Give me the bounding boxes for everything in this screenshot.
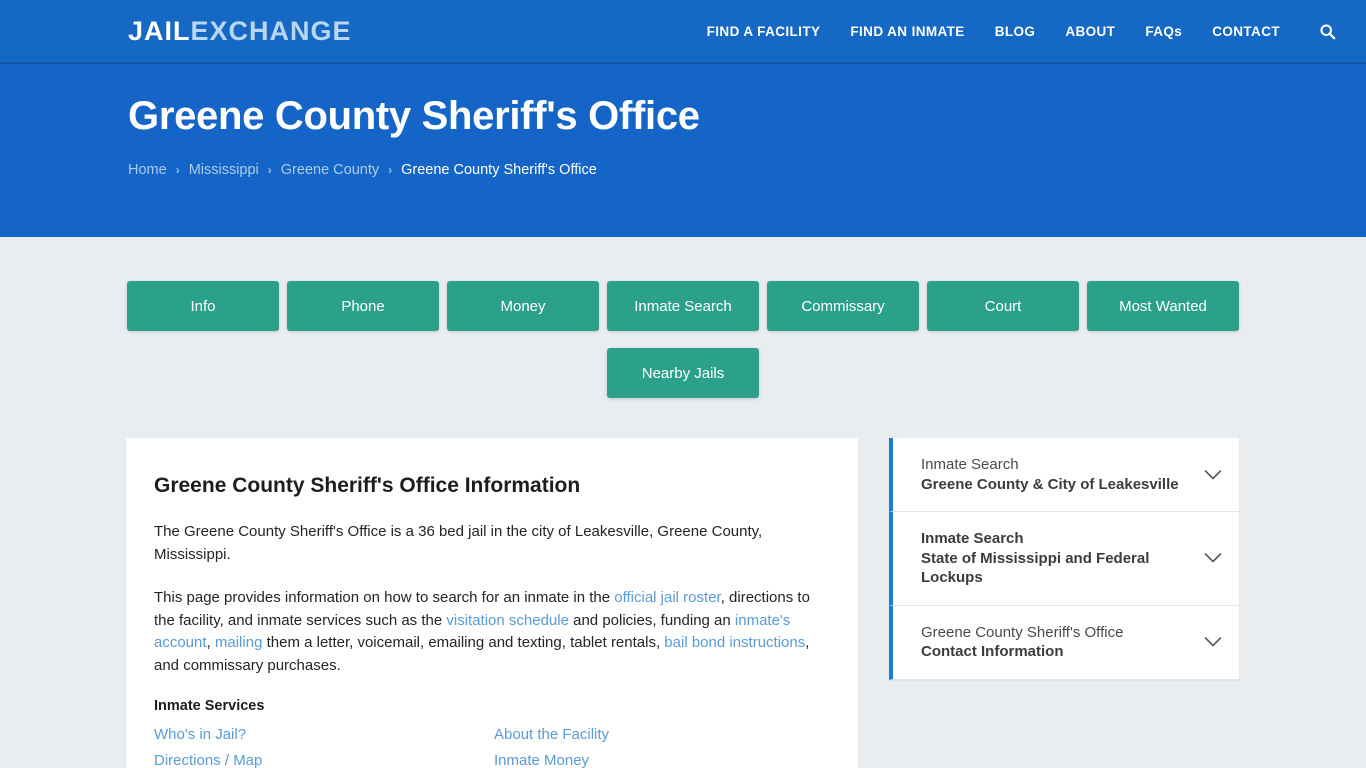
breadcrumb: Home › Mississippi › Greene County › Gre… [128, 162, 1366, 178]
inmate-services-heading: Inmate Services [154, 698, 265, 714]
sidebar-accordion: Inmate Search Greene County & City of Le… [889, 438, 1239, 680]
tab-court[interactable]: Court [927, 281, 1079, 331]
site-logo[interactable]: JAILEXCHANGE [128, 15, 352, 46]
service-link-about-the-facility[interactable]: About the Facility [494, 725, 830, 744]
facility-tabs-row-2: Nearby Jails [0, 348, 1366, 398]
chevron-down-icon[interactable] [1203, 632, 1223, 652]
nav-item-about[interactable]: ABOUT [1065, 24, 1115, 39]
accordion-item-title: Contact Information [921, 643, 1064, 660]
accordion-item-title: Greene County & City of Leakesville [921, 475, 1179, 493]
accordion-item-inmate-search-state[interactable]: Inmate Search State of Mississippi and F… [889, 512, 1239, 606]
accordion-item-text: Inmate Search State of Mississippi and F… [921, 529, 1193, 588]
tab-inmate-search[interactable]: Inmate Search [607, 281, 759, 331]
tab-money[interactable]: Money [447, 281, 599, 331]
link-official-jail-roster[interactable]: official jail roster [614, 589, 720, 606]
accordion-item-title: State of Mississippi and Federal Lockups [921, 549, 1150, 587]
breadcrumb-item-mississippi[interactable]: Mississippi [189, 162, 259, 178]
nav-item-find-an-inmate[interactable]: FIND AN INMATE [850, 24, 964, 39]
link-visitation-schedule[interactable]: visitation schedule [446, 612, 569, 629]
facility-description: The Greene County Sheriff's Office is a … [154, 523, 763, 563]
facility-services-description: This page provides information on how to… [154, 587, 830, 677]
service-link-directions-map[interactable]: Directions / Map [154, 751, 494, 768]
facility-tabs-row-1: Info Phone Money Inmate Search Commissar… [0, 281, 1366, 331]
breadcrumb-item-greene-county[interactable]: Greene County [281, 162, 379, 178]
breadcrumb-separator: › [388, 163, 393, 177]
nav-item-contact[interactable]: CONTACT [1212, 24, 1280, 39]
accordion-item-subtitle: Inmate Search [921, 530, 1024, 547]
chevron-down-icon[interactable] [1203, 465, 1223, 485]
tab-phone[interactable]: Phone [287, 281, 439, 331]
link-mailing[interactable]: mailing [215, 634, 263, 651]
tab-commissary[interactable]: Commissary [767, 281, 919, 331]
link-bail-bond-instructions[interactable]: bail bond instructions [664, 634, 805, 651]
text-segment: , [206, 634, 215, 651]
accordion-item-subtitle: Greene County Sheriff's Office [921, 623, 1124, 641]
accordion-item-contact-information[interactable]: Greene County Sheriff's Office Contact I… [889, 605, 1239, 680]
accordion-item-subtitle: Inmate Search [921, 456, 1019, 473]
nav-item-blog[interactable]: BLOG [995, 24, 1036, 39]
top-navigation-bar: JAILEXCHANGE FIND A FACILITY FIND AN INM… [0, 0, 1366, 64]
text-segment: them a letter, voicemail, emailing and t… [262, 634, 665, 651]
nav-links: FIND A FACILITY FIND AN INMATE BLOG ABOU… [707, 20, 1338, 42]
breadcrumb-item-current: Greene County Sheriff's Office [401, 162, 597, 178]
nav-item-faqs[interactable]: FAQs [1145, 24, 1182, 39]
page-title: Greene County Sheriff's Office [128, 94, 700, 138]
text-segment: and policies, funding an [568, 611, 735, 629]
tab-nearby-jails[interactable]: Nearby Jails [607, 348, 759, 398]
accordion-item-text: Inmate Search Greene County & City of Le… [921, 455, 1193, 494]
service-link-inmate-money[interactable]: Inmate Money [494, 751, 830, 768]
tab-most-wanted[interactable]: Most Wanted [1087, 281, 1239, 331]
accordion-item-text: Greene County Sheriff's Office Contact I… [921, 623, 1193, 662]
nav-item-find-a-facility[interactable]: FIND A FACILITY [707, 24, 821, 39]
facility-tabs: Info Phone Money Inmate Search Commissar… [0, 237, 1366, 398]
chevron-down-icon[interactable] [1203, 548, 1223, 568]
hero-section: Greene County Sheriff's Office Home › Mi… [0, 64, 1366, 237]
text-segment: This page provides information on how to… [154, 589, 615, 606]
facility-information-card: Greene County Sheriff's Office Informati… [126, 438, 858, 768]
accordion-item-inmate-search-county[interactable]: Inmate Search Greene County & City of Le… [889, 438, 1239, 512]
service-link-whos-in-jail[interactable]: Who's in Jail? [154, 725, 494, 744]
search-icon[interactable] [1316, 20, 1338, 42]
card-heading: Greene County Sheriff's Office Informati… [154, 474, 581, 497]
breadcrumb-separator: › [267, 163, 272, 177]
tab-info[interactable]: Info [127, 281, 279, 331]
breadcrumb-item-home[interactable]: Home [128, 162, 167, 178]
inmate-services-list: Who's in Jail? About the Facility Direct… [154, 725, 830, 768]
logo-text-exchange: EXCHANGE [190, 15, 352, 46]
content-area: Greene County Sheriff's Office Informati… [0, 415, 1366, 768]
breadcrumb-separator: › [175, 163, 180, 177]
logo-text-jail: JAIL [128, 15, 191, 46]
